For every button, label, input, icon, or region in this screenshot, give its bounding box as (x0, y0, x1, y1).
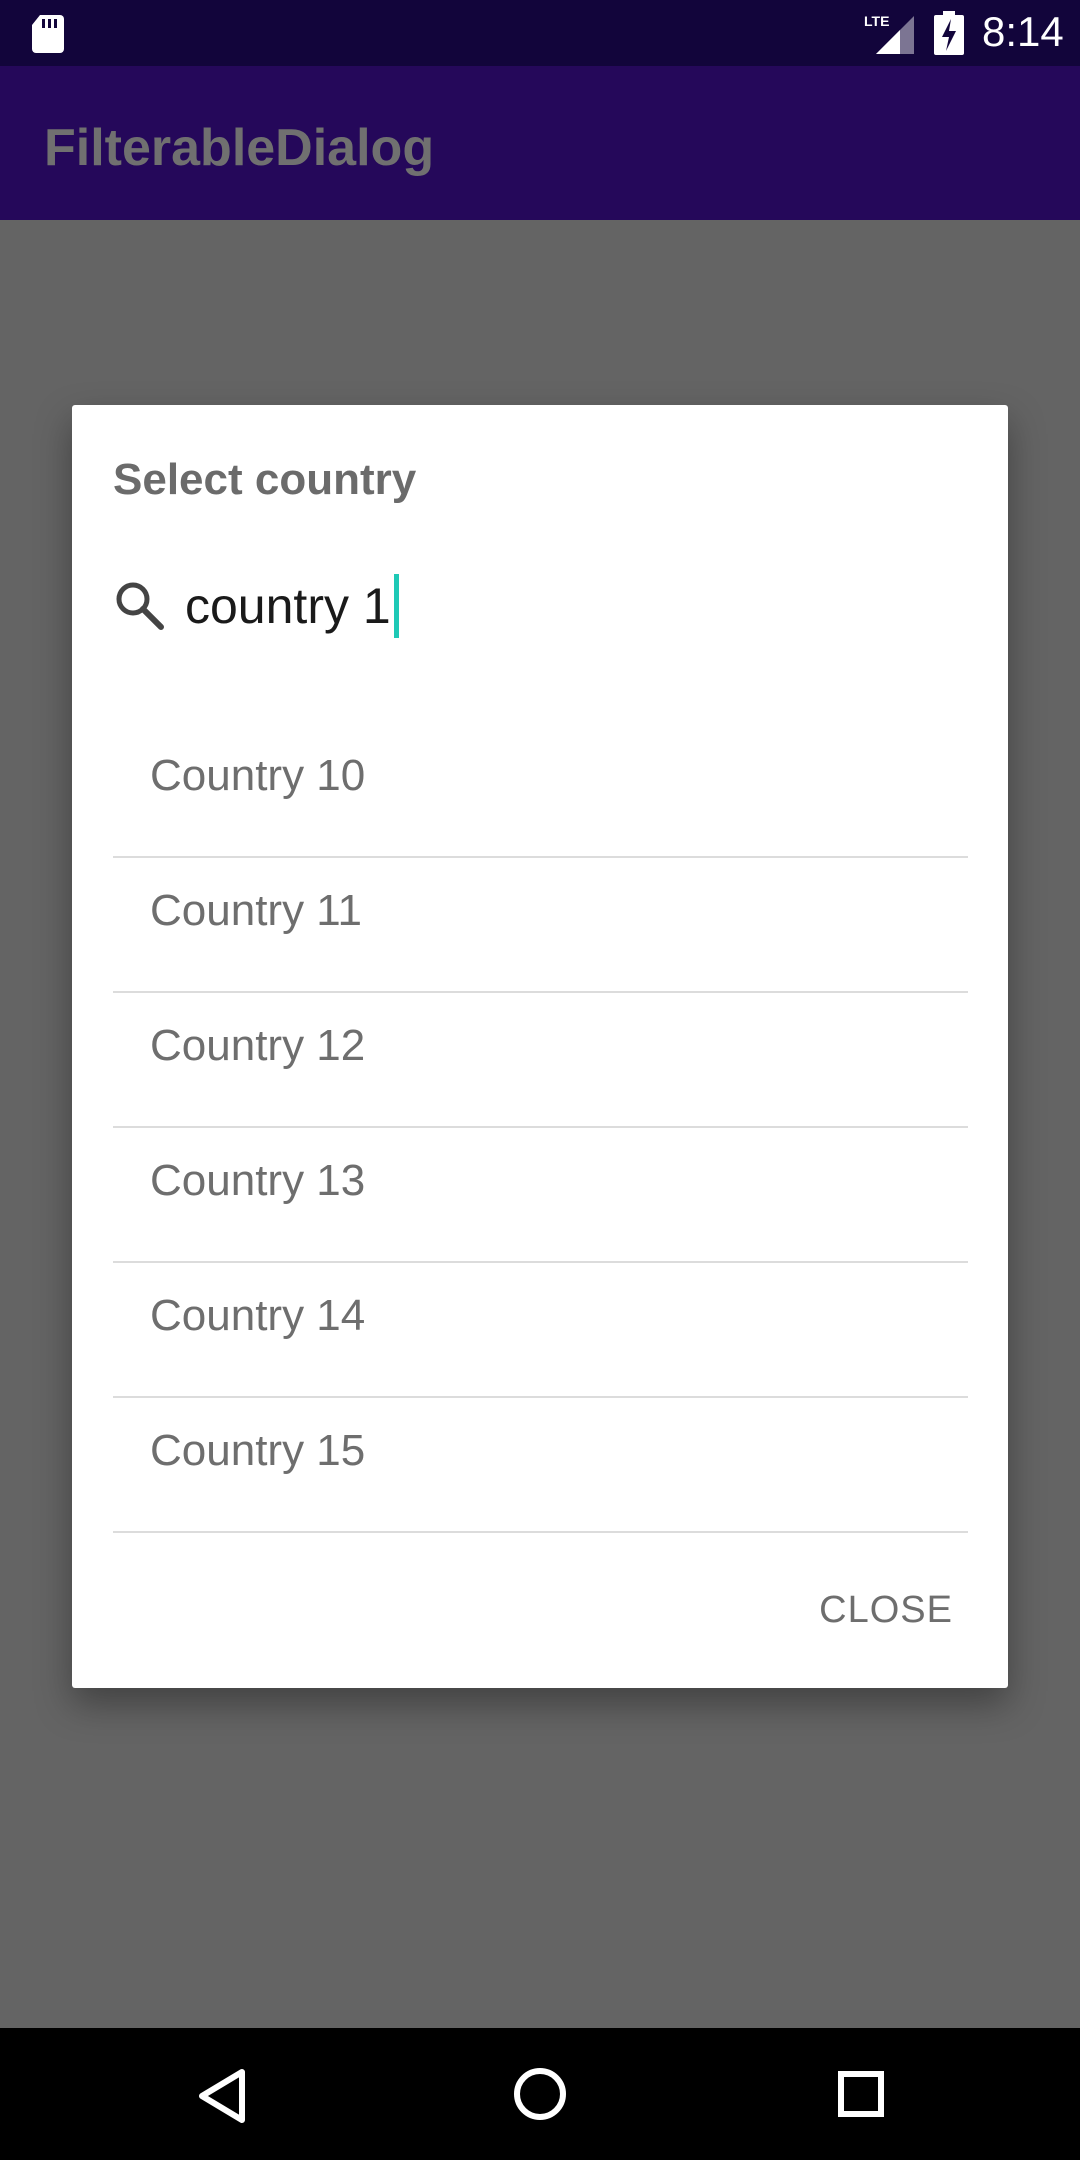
list-item-label: Country 12 (150, 1021, 366, 1070)
sd-card-icon (32, 15, 64, 53)
app-bar: FilterableDialog (0, 66, 1080, 220)
list-item-country-10[interactable]: Country 10 (113, 723, 968, 858)
recents-icon[interactable] (837, 2070, 885, 2118)
list-item-country-13[interactable]: Country 13 (113, 1128, 968, 1263)
home-icon[interactable] (512, 2066, 568, 2122)
search-row[interactable]: country 1 (113, 565, 973, 645)
list-item-label: Country 14 (150, 1291, 366, 1340)
lte-signal-icon: LTE (864, 13, 914, 54)
search-input[interactable]: country 1 (185, 571, 399, 641)
list-item-label: Country 15 (150, 1426, 366, 1475)
dialog-title: Select country (113, 455, 417, 504)
list-item-country-12[interactable]: Country 12 (113, 993, 968, 1128)
text-cursor (393, 574, 399, 638)
close-button[interactable]: CLOSE (819, 1589, 953, 1632)
svg-text:LTE: LTE (864, 13, 889, 29)
list-item-country-11[interactable]: Country 11 (113, 858, 968, 993)
back-icon[interactable] (196, 2068, 248, 2124)
search-input-value: country 1 (185, 578, 391, 634)
clock: 8:14 (982, 8, 1064, 55)
list-item-label: Country 11 (150, 886, 362, 935)
country-list: Country 10 Country 11 Country 12 Country… (113, 723, 968, 1533)
list-item-country-14[interactable]: Country 14 (113, 1263, 968, 1398)
list-item-country-15[interactable]: Country 15 (113, 1398, 968, 1533)
select-country-dialog: Select country country 1 Country 10 Coun… (72, 405, 1008, 1688)
battery-charging-icon (934, 11, 964, 55)
search-icon (116, 582, 164, 630)
list-item-label: Country 13 (150, 1156, 366, 1205)
app-title: FilterableDialog (44, 119, 435, 177)
navigation-bar (0, 2028, 1080, 2160)
list-item-label: Country 10 (150, 751, 366, 800)
status-bar: LTE 8:14 (0, 0, 1080, 66)
